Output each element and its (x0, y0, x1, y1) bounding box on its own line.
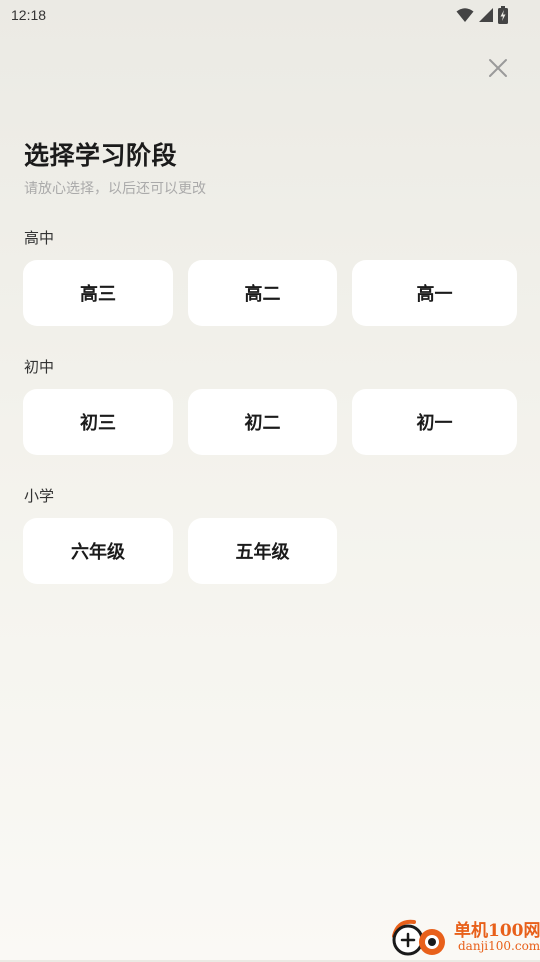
section-label-primary-school: 小学 (24, 487, 55, 505)
close-button[interactable] (484, 56, 512, 84)
grade-button-junior-1[interactable]: 初一 (352, 389, 517, 455)
battery-charging-icon (498, 6, 508, 28)
page-title: 选择学习阶段 (24, 141, 178, 170)
grade-button-junior-3[interactable]: 初三 (23, 389, 173, 455)
status-time: 12:18 (11, 7, 47, 23)
watermark-name: 单机100网 (454, 921, 540, 941)
page-subtitle: 请放心选择，以后还可以更改 (24, 181, 206, 197)
close-icon (488, 58, 508, 82)
grade-button-junior-2[interactable]: 初二 (188, 389, 337, 455)
grade-button-senior-1[interactable]: 高一 (352, 260, 517, 326)
grade-button-grade-6[interactable]: 六年级 (23, 518, 173, 584)
section-label-high-school: 高中 (24, 229, 55, 247)
wifi-icon (456, 7, 474, 27)
grade-button-senior-2[interactable]: 高二 (188, 260, 337, 326)
watermark-logo-icon (388, 916, 452, 962)
grade-button-grade-5[interactable]: 五年级 (188, 518, 337, 584)
signal-icon (478, 7, 494, 27)
status-icons (456, 6, 508, 28)
status-bar: 12:18 (0, 0, 540, 32)
watermark: 单机100网 danji100.com (388, 912, 540, 960)
watermark-url: danji100.com (458, 939, 540, 953)
grade-button-senior-3[interactable]: 高三 (23, 260, 173, 326)
section-label-middle-school: 初中 (24, 358, 55, 376)
